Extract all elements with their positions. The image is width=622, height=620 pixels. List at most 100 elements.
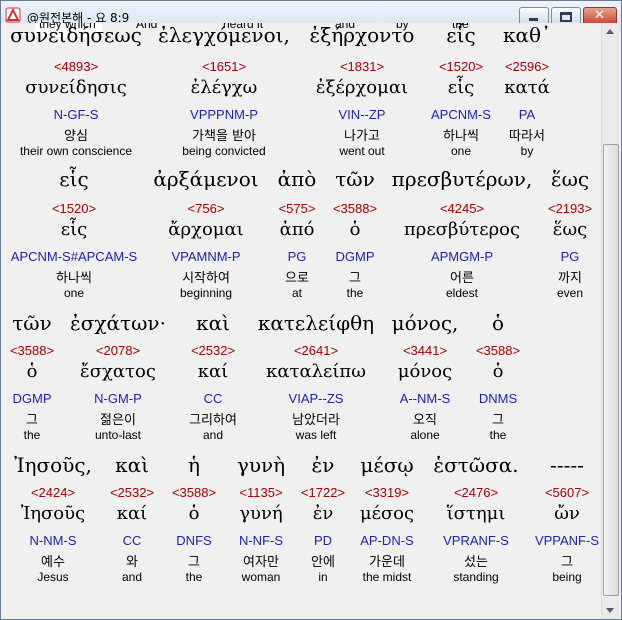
greek-word[interactable]: καὶ: [196, 311, 230, 335]
greek-word[interactable]: ἐξήρχοντο: [310, 23, 415, 47]
lemma-word: ἀπό: [279, 219, 315, 240]
strong-number[interactable]: <1722>: [301, 485, 345, 500]
english-gloss: their own conscience: [19, 144, 133, 158]
strong-number[interactable]: <756>: [188, 201, 225, 216]
korean-gloss: 그: [188, 555, 200, 570]
greek-word[interactable]: συνειδήσεως: [10, 23, 142, 47]
lemma-word: ὁ: [26, 361, 38, 382]
strong-number[interactable]: <1520>: [52, 201, 96, 216]
english-gloss: alone: [410, 428, 440, 442]
english-gloss: woman: [241, 570, 281, 584]
lemma-word: ἔσχατος: [80, 361, 156, 382]
greek-word[interactable]: ἡ: [188, 453, 200, 477]
greek-word[interactable]: εἷς: [446, 23, 475, 47]
lemma-word: καί: [197, 361, 229, 382]
korean-gloss: 그: [561, 555, 573, 570]
parsing-code: DGMP: [12, 391, 52, 406]
scrollbar-thumb[interactable]: [603, 144, 619, 596]
parsing-code: VPAMNM-P: [171, 249, 241, 264]
greek-word[interactable]: τῶν: [12, 311, 52, 335]
greek-word[interactable]: ἐλεγχόμενοι,: [158, 23, 290, 47]
parsing-code: VPRANF-S: [443, 533, 509, 548]
english-gloss: standing: [453, 570, 499, 584]
strong-number[interactable]: <3441>: [403, 343, 447, 358]
korean-gloss: 오직: [413, 413, 437, 428]
lemma-word: ἵστημι: [446, 503, 506, 524]
strong-number[interactable]: <2424>: [31, 485, 75, 500]
greek-word[interactable]: ἕως: [551, 167, 589, 191]
lemma-word: καταλείπω: [266, 361, 366, 382]
strong-number[interactable]: <1135>: [239, 485, 282, 500]
strong-number[interactable]: <3588>: [333, 201, 377, 216]
lemma-word: ὁ: [492, 361, 504, 382]
korean-gloss: 그: [349, 271, 361, 286]
greek-word[interactable]: πρεσβυτέρων,: [392, 167, 533, 191]
english-gloss: being: [552, 570, 582, 584]
greek-word[interactable]: ἐν: [312, 453, 335, 477]
strong-number[interactable]: <2193>: [548, 201, 592, 216]
parsing-code: VIAP--ZS: [288, 391, 344, 406]
vertical-scrollbar[interactable]: [601, 23, 619, 619]
strong-number[interactable]: <5607>: [545, 485, 589, 500]
english-gloss: was left: [295, 428, 337, 442]
greek-word[interactable]: γυνὴ: [237, 453, 285, 477]
korean-gloss: 그: [492, 413, 504, 428]
strong-number[interactable]: <2532>: [191, 343, 235, 358]
parsing-code: VPPPNM-P: [190, 107, 258, 122]
parsing-code: N-GM-P: [94, 391, 142, 406]
parsing-code: DGMP: [335, 249, 375, 264]
lemma-word: εἷς: [60, 219, 88, 240]
greek-word[interactable]: ἐσχάτων·: [70, 311, 166, 335]
strong-number[interactable]: <1651>: [202, 59, 246, 74]
english-gloss: one: [450, 144, 472, 158]
strong-number[interactable]: <3319>: [365, 485, 409, 500]
lemma-word: Ἰησοῦς: [20, 503, 86, 524]
greek-word[interactable]: ἑστῶσα.: [433, 453, 518, 477]
korean-gloss: 여자만: [243, 555, 279, 570]
strong-number[interactable]: <2476>: [454, 485, 498, 500]
parsing-code: CC: [203, 391, 223, 406]
greek-word[interactable]: καὶ: [115, 453, 149, 477]
greek-word[interactable]: ἀρξάμενοι: [153, 167, 258, 191]
greek-word[interactable]: -----: [550, 453, 584, 477]
english-gloss: even: [556, 286, 584, 300]
scroll-up-button[interactable]: [602, 23, 619, 40]
strong-number[interactable]: <3588>: [10, 343, 54, 358]
greek-word[interactable]: κατελείφθη: [258, 311, 374, 335]
strong-number[interactable]: <1831>: [340, 59, 384, 74]
lemma-word: μόνος: [397, 361, 453, 382]
maximize-icon: [560, 12, 572, 22]
strong-number[interactable]: <2596>: [505, 59, 549, 74]
parsing-code: CC: [122, 533, 142, 548]
strong-number[interactable]: <2641>: [294, 343, 338, 358]
english-gloss: the: [346, 286, 364, 300]
greek-word[interactable]: ὁ: [492, 311, 504, 335]
strong-number[interactable]: <1520>: [439, 59, 483, 74]
lemma-word: γυνή: [239, 503, 283, 524]
korean-gloss: 시작하여: [182, 271, 230, 286]
parsing-code: PG: [287, 249, 307, 264]
greek-word[interactable]: καθ᾽: [503, 23, 551, 47]
strong-number[interactable]: <2078>: [96, 343, 140, 358]
scroll-down-button[interactable]: [602, 602, 619, 619]
lemma-word: ἄρχομαι: [168, 219, 244, 240]
greek-word[interactable]: μόνος,: [392, 311, 459, 335]
parsing-code: DNFS: [176, 533, 212, 548]
strong-number[interactable]: <2532>: [110, 485, 154, 500]
greek-word[interactable]: εἷς: [59, 167, 88, 191]
greek-word[interactable]: Ἰησοῦς,: [14, 453, 92, 477]
strong-number[interactable]: <4245>: [440, 201, 484, 216]
strong-number[interactable]: <575>: [279, 201, 316, 216]
app-window: @원전본해 - 요 8:9 ✕ they which And heard it and…: [0, 0, 622, 620]
lemma-word: εἷς: [447, 77, 475, 98]
strong-number[interactable]: <3588>: [172, 485, 216, 500]
strong-number[interactable]: <4893>: [54, 59, 98, 74]
lemma-word: ἐξέρχομαι: [315, 77, 409, 98]
greek-word[interactable]: ἀπὸ: [278, 167, 317, 191]
strong-number[interactable]: <3588>: [476, 343, 520, 358]
greek-word[interactable]: τῶν: [335, 167, 375, 191]
english-gloss: the: [489, 428, 507, 442]
korean-gloss: 와: [126, 555, 138, 570]
greek-word[interactable]: μέσῳ: [360, 453, 413, 477]
english-gloss: the midst: [362, 570, 412, 584]
